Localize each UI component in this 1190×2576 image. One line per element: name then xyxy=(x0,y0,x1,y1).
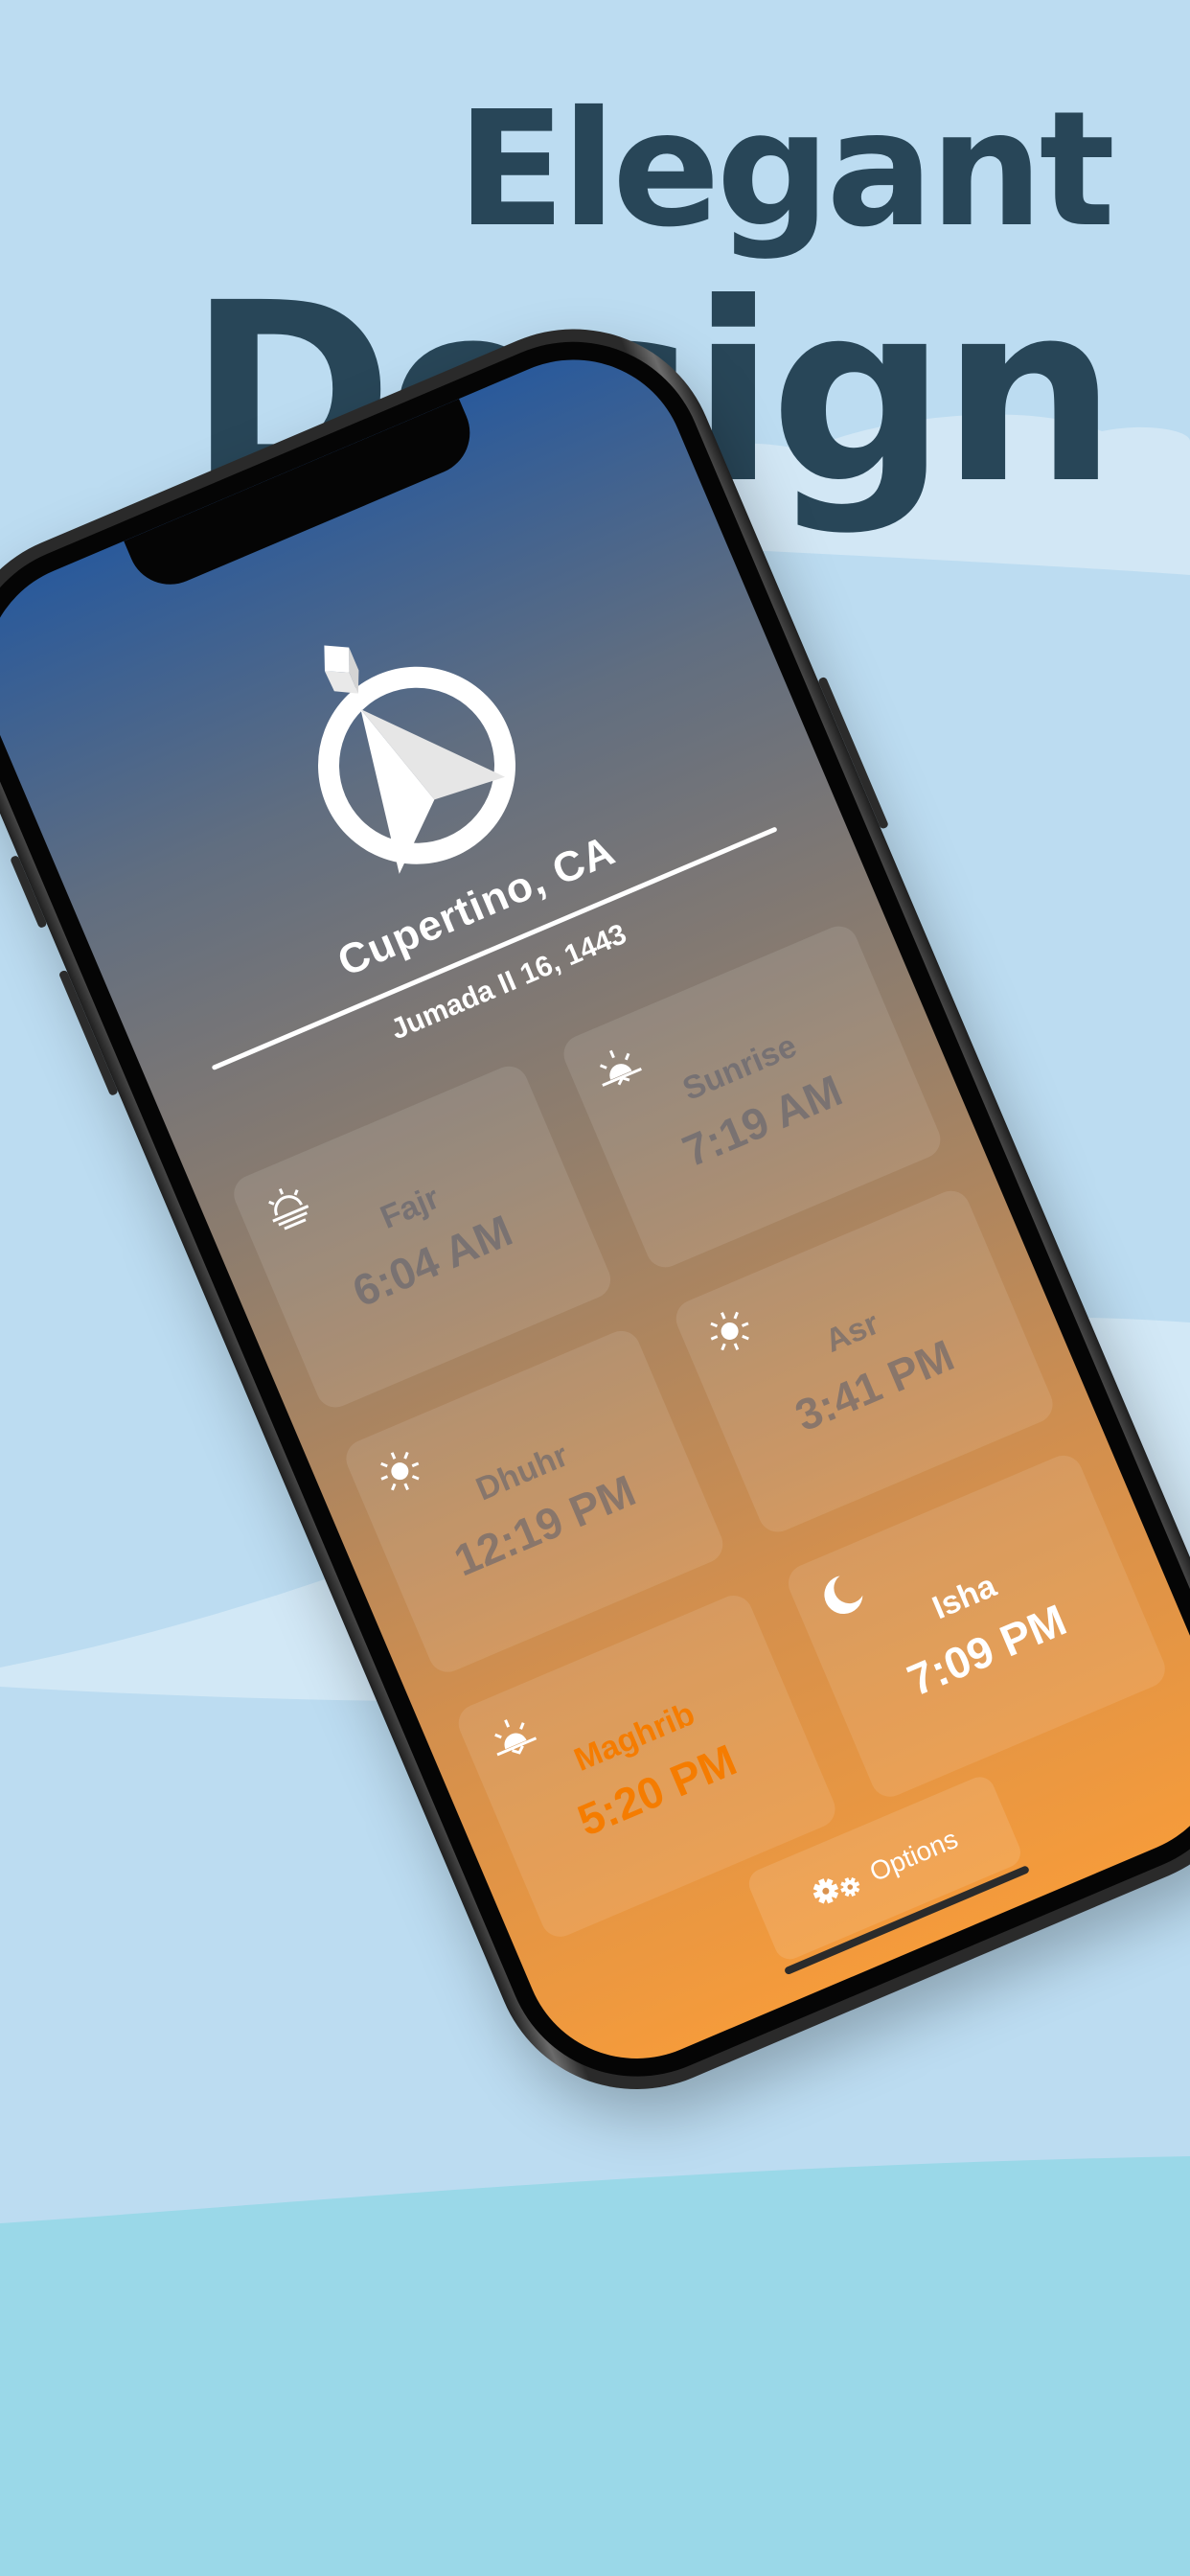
sunset-icon xyxy=(494,1719,538,1757)
sun-horizon-icon xyxy=(599,1049,642,1087)
sunrise-lines-icon xyxy=(268,1188,309,1230)
qibla-compass-logo-icon xyxy=(318,645,516,874)
options-label: Options xyxy=(865,1823,963,1888)
sun-icon xyxy=(380,1451,420,1491)
gears-icon xyxy=(812,1877,860,1904)
sun-icon xyxy=(710,1311,749,1351)
moon-icon xyxy=(824,1576,863,1614)
headline-elegant: Elegant xyxy=(456,78,1115,263)
